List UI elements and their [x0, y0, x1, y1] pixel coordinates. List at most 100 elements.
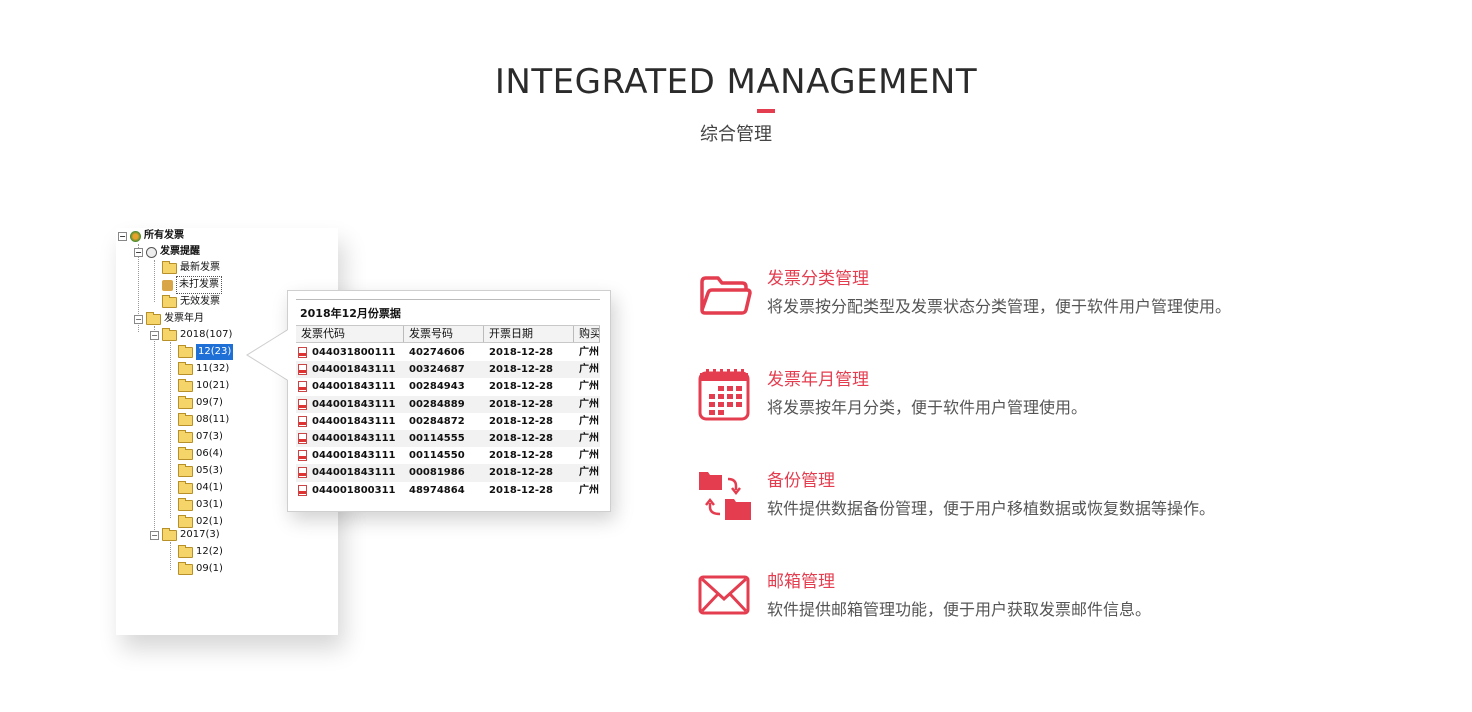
tree-node-label: 06(4)	[196, 448, 223, 459]
pdf-icon	[298, 467, 307, 479]
feature-item: 发票年月管理 将发票按年月分类，便于软件用户管理使用。	[698, 369, 1398, 429]
buyer-cell: 广州	[579, 398, 599, 410]
tree-node-month[interactable]: 06(4)	[178, 446, 223, 462]
tree-node-label: 发票年月	[164, 313, 204, 324]
house-icon	[162, 279, 173, 291]
collapse-icon[interactable]: −	[150, 330, 159, 340]
pdf-icon	[298, 450, 307, 462]
feature-title: 邮箱管理	[767, 572, 835, 592]
tree-node-label: 03(1)	[196, 499, 223, 510]
invoice-code-cell: 044031800111	[296, 344, 404, 361]
collapse-icon[interactable]: −	[118, 231, 127, 241]
section-subtitle: 综合管理	[700, 124, 772, 145]
feature-description: 软件提供数据备份管理，便于用户移植数据或恢复数据等操作。	[767, 499, 1216, 518]
column-header[interactable]: 开票日期	[484, 326, 574, 342]
invoice-code-cell: 044001843111	[296, 464, 404, 481]
tree-node-invalid[interactable]: 无效发票	[162, 294, 220, 310]
invoice-date-cell: 2018-12-28	[489, 484, 553, 496]
invoice-code-cell: 044001843111	[296, 430, 404, 447]
tree-node-month[interactable]: 04(1)	[178, 480, 223, 496]
buyer-cell: 广州	[579, 484, 599, 496]
column-header[interactable]: 发票代码	[296, 326, 404, 342]
table-top-rule	[296, 299, 600, 300]
column-header[interactable]: 购买	[574, 326, 600, 342]
tree-node-month[interactable]: 10(21)	[178, 378, 229, 394]
folder-icon	[146, 311, 161, 325]
tree-node-latest[interactable]: 最新发票	[162, 260, 220, 276]
pdf-icon	[298, 364, 307, 376]
table-row[interactable]: 044001843111 00114550 2018-12-28 广州	[296, 447, 600, 464]
table-row[interactable]: 044001843111 00284889 2018-12-28 广州	[296, 395, 600, 413]
tree-node-label: 12(23)	[196, 344, 234, 360]
buyer-cell: 广州	[579, 364, 599, 376]
tree-node-label: 09(7)	[196, 397, 223, 408]
column-header[interactable]: 发票号码	[404, 326, 484, 342]
table-row[interactable]: 044031800111 40274606 2018-12-28 广州	[296, 344, 600, 361]
collapse-icon[interactable]: −	[134, 314, 143, 324]
table-row[interactable]: 044001843111 00324687 2018-12-28 广州	[296, 361, 600, 379]
invoice-date-cell: 2018-12-28	[489, 415, 553, 427]
cell-text: 044001843111	[312, 432, 396, 444]
cell-text: 044001843111	[312, 467, 396, 479]
invoice-code-cell: 044001843111	[296, 396, 404, 413]
tree-node-year-2018[interactable]: − 2018(107)	[150, 327, 232, 343]
collapse-icon[interactable]: −	[150, 530, 159, 540]
tree-node-month[interactable]: 12(2)	[178, 544, 223, 560]
tree-node-year-2017[interactable]: − 2017(3)	[150, 527, 220, 543]
pdf-icon	[298, 398, 307, 410]
tree-connector	[170, 542, 171, 570]
folder-icon	[178, 344, 193, 358]
folder-icon	[178, 412, 193, 426]
tree-node-label: 04(1)	[196, 482, 223, 493]
table-row[interactable]: 044001843111 00114555 2018-12-28 广州	[296, 429, 600, 448]
cell-text: 044001843111	[312, 381, 396, 393]
tree-node-month[interactable]: 07(3)	[178, 429, 223, 445]
table-header: 发票代码 发票号码 开票日期 购买	[296, 325, 600, 343]
invoice-number-cell: 00114555	[409, 432, 465, 444]
tree-node-month[interactable]: 09(7)	[178, 395, 223, 411]
tree-node-month[interactable]: 03(1)	[178, 497, 223, 513]
collapse-icon[interactable]: −	[134, 247, 143, 257]
calendar-icon	[698, 369, 750, 421]
cell-text: 044001843111	[312, 398, 396, 410]
table-row[interactable]: 044001843111 00284872 2018-12-28 广州	[296, 413, 600, 430]
folder-icon	[178, 480, 193, 494]
section-title: INTEGRATED MANAGEMENT	[494, 62, 978, 102]
feature-description: 将发票按分配类型及发票状态分类管理，便于软件用户管理使用。	[767, 297, 1232, 316]
tree-node-unprinted[interactable]: 未打发票	[162, 276, 222, 294]
invoice-number-cell: 00284889	[409, 398, 465, 410]
tree-node-label: 12(2)	[196, 546, 223, 557]
table-title: 2018年12月份票据	[300, 307, 401, 320]
tree-node-root[interactable]: − 所有发票	[118, 228, 184, 244]
pdf-icon	[298, 381, 307, 393]
tree-connector	[170, 342, 171, 518]
tree-node-month[interactable]: 05(3)	[178, 463, 223, 479]
buyer-cell: 广州	[579, 381, 599, 393]
tree-node-label: 2017(3)	[180, 529, 220, 540]
buyer-cell: 广州	[579, 432, 599, 444]
tree-node-month[interactable]: 08(11)	[178, 412, 229, 428]
tree-node-label: 07(3)	[196, 431, 223, 442]
buyer-cell: 广州	[579, 415, 599, 427]
invoice-number-cell: 00114550	[409, 450, 465, 462]
folder-icon	[178, 446, 193, 460]
folder-icon	[178, 561, 193, 575]
tree-node-month[interactable]: 11(32)	[178, 361, 229, 377]
tree-node-year-month[interactable]: − 发票年月	[134, 311, 204, 327]
folder-icon	[162, 294, 177, 308]
table-row[interactable]: 044001843111 00081986 2018-12-28 广州	[296, 464, 600, 482]
tree-node-month[interactable]: 12(23)	[178, 344, 234, 360]
pdf-icon	[298, 415, 307, 427]
folder-icon	[178, 514, 193, 528]
folder-icon	[162, 527, 177, 541]
tree-node-reminder[interactable]: − 发票提醒	[134, 244, 200, 260]
invoice-date-cell: 2018-12-28	[489, 467, 553, 479]
folder-icon	[162, 260, 177, 274]
feature-item: 邮箱管理 软件提供邮箱管理功能，便于用户获取发票邮件信息。	[698, 571, 1398, 631]
tree-node-label: 无效发票	[180, 296, 220, 307]
table-row[interactable]: 044001843111 00284943 2018-12-28 广州	[296, 378, 600, 395]
invoice-number-cell: 48974864	[409, 484, 465, 496]
table-row[interactable]: 044001800311 48974864 2018-12-28 广州	[296, 482, 600, 499]
tree-node-month[interactable]: 09(1)	[178, 561, 223, 577]
folder-icon	[178, 361, 193, 375]
